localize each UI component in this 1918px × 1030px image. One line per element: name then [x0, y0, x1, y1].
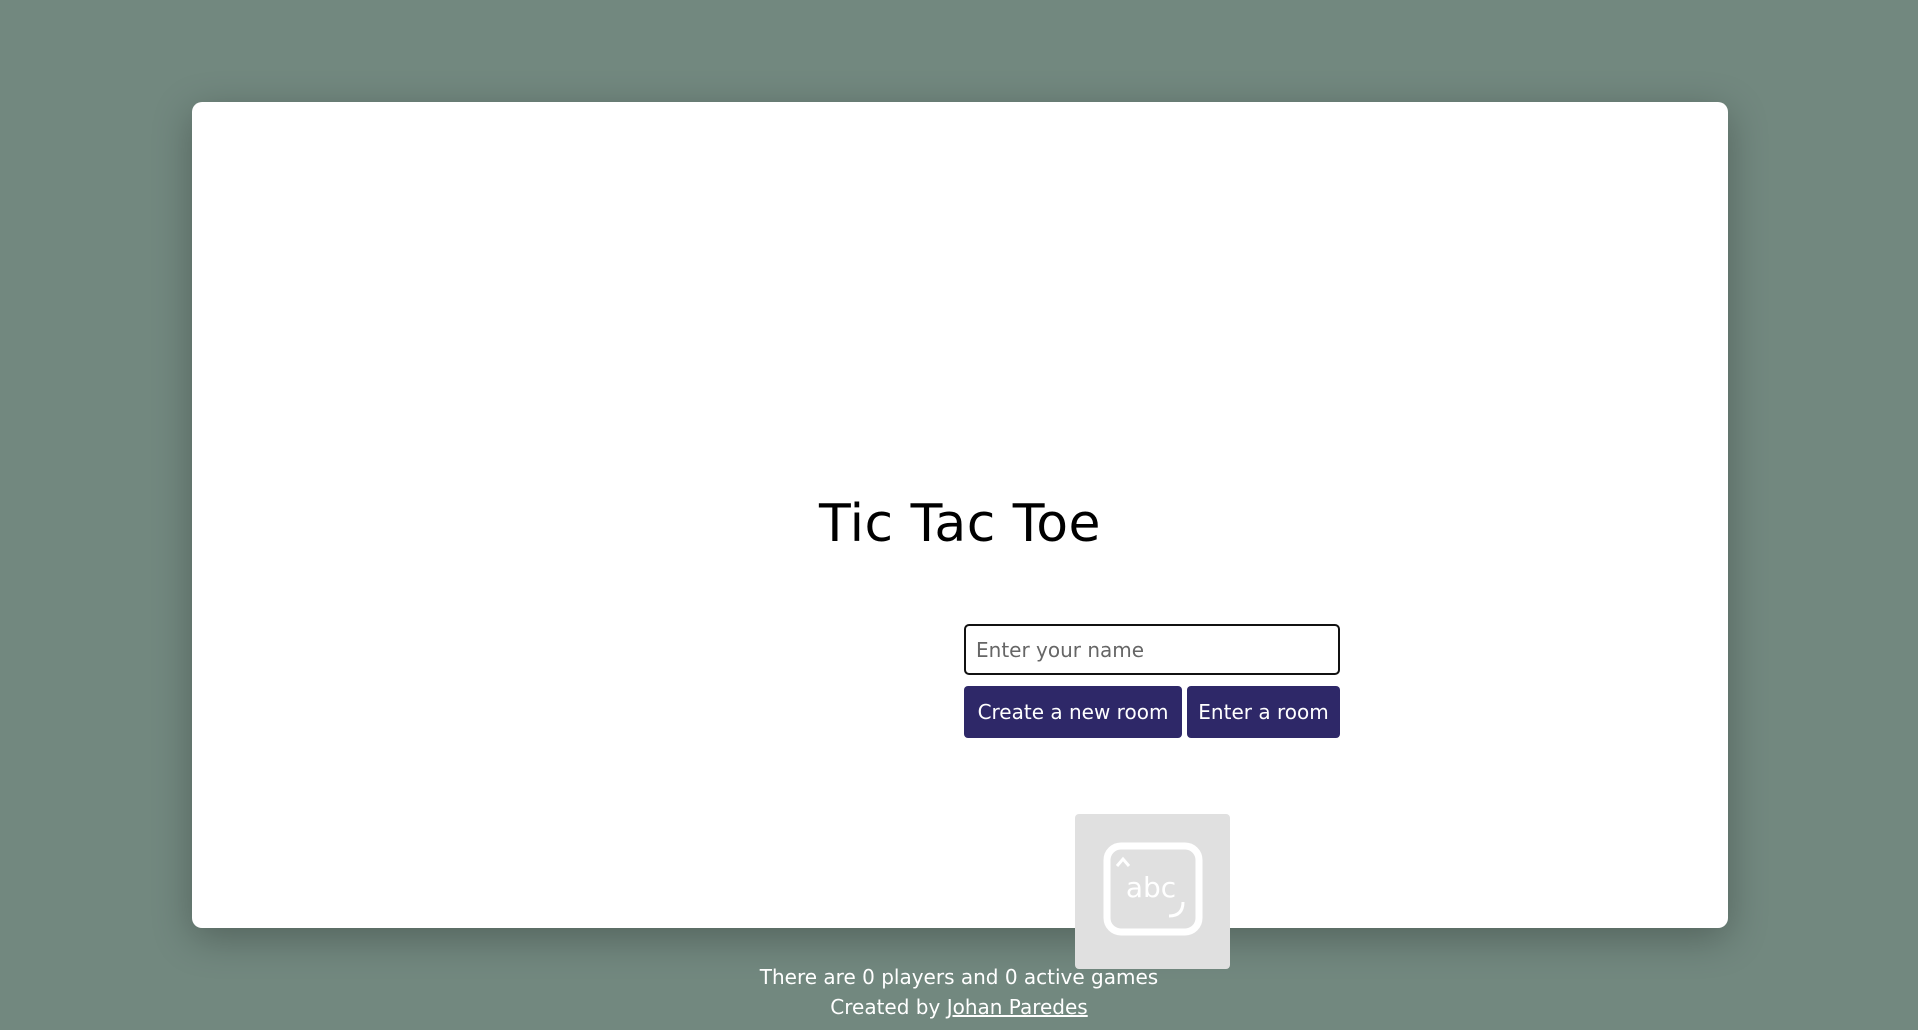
author-link[interactable]: Johan Paredes	[947, 995, 1088, 1019]
image-text: abc	[1125, 871, 1175, 904]
name-input[interactable]	[964, 624, 1340, 675]
main-card: Tic Tac Toe Create a new room Enter a ro…	[192, 102, 1728, 969]
credit-line: Created by Johan Paredes	[0, 992, 1918, 1022]
broken-image-placeholder: abc	[1075, 814, 1230, 969]
stats-text: There are 0 players and 0 active games	[759, 965, 1159, 989]
credit-prefix: Created by	[830, 995, 941, 1019]
text-input-icon: abc	[1103, 842, 1202, 935]
footer: There are 0 players and 0 active games C…	[0, 962, 1918, 1022]
page-title: Tic Tac Toe	[818, 494, 1102, 554]
create-room-button[interactable]: Create a new room	[964, 686, 1182, 738]
enter-room-button[interactable]: Enter a room	[1187, 686, 1340, 738]
